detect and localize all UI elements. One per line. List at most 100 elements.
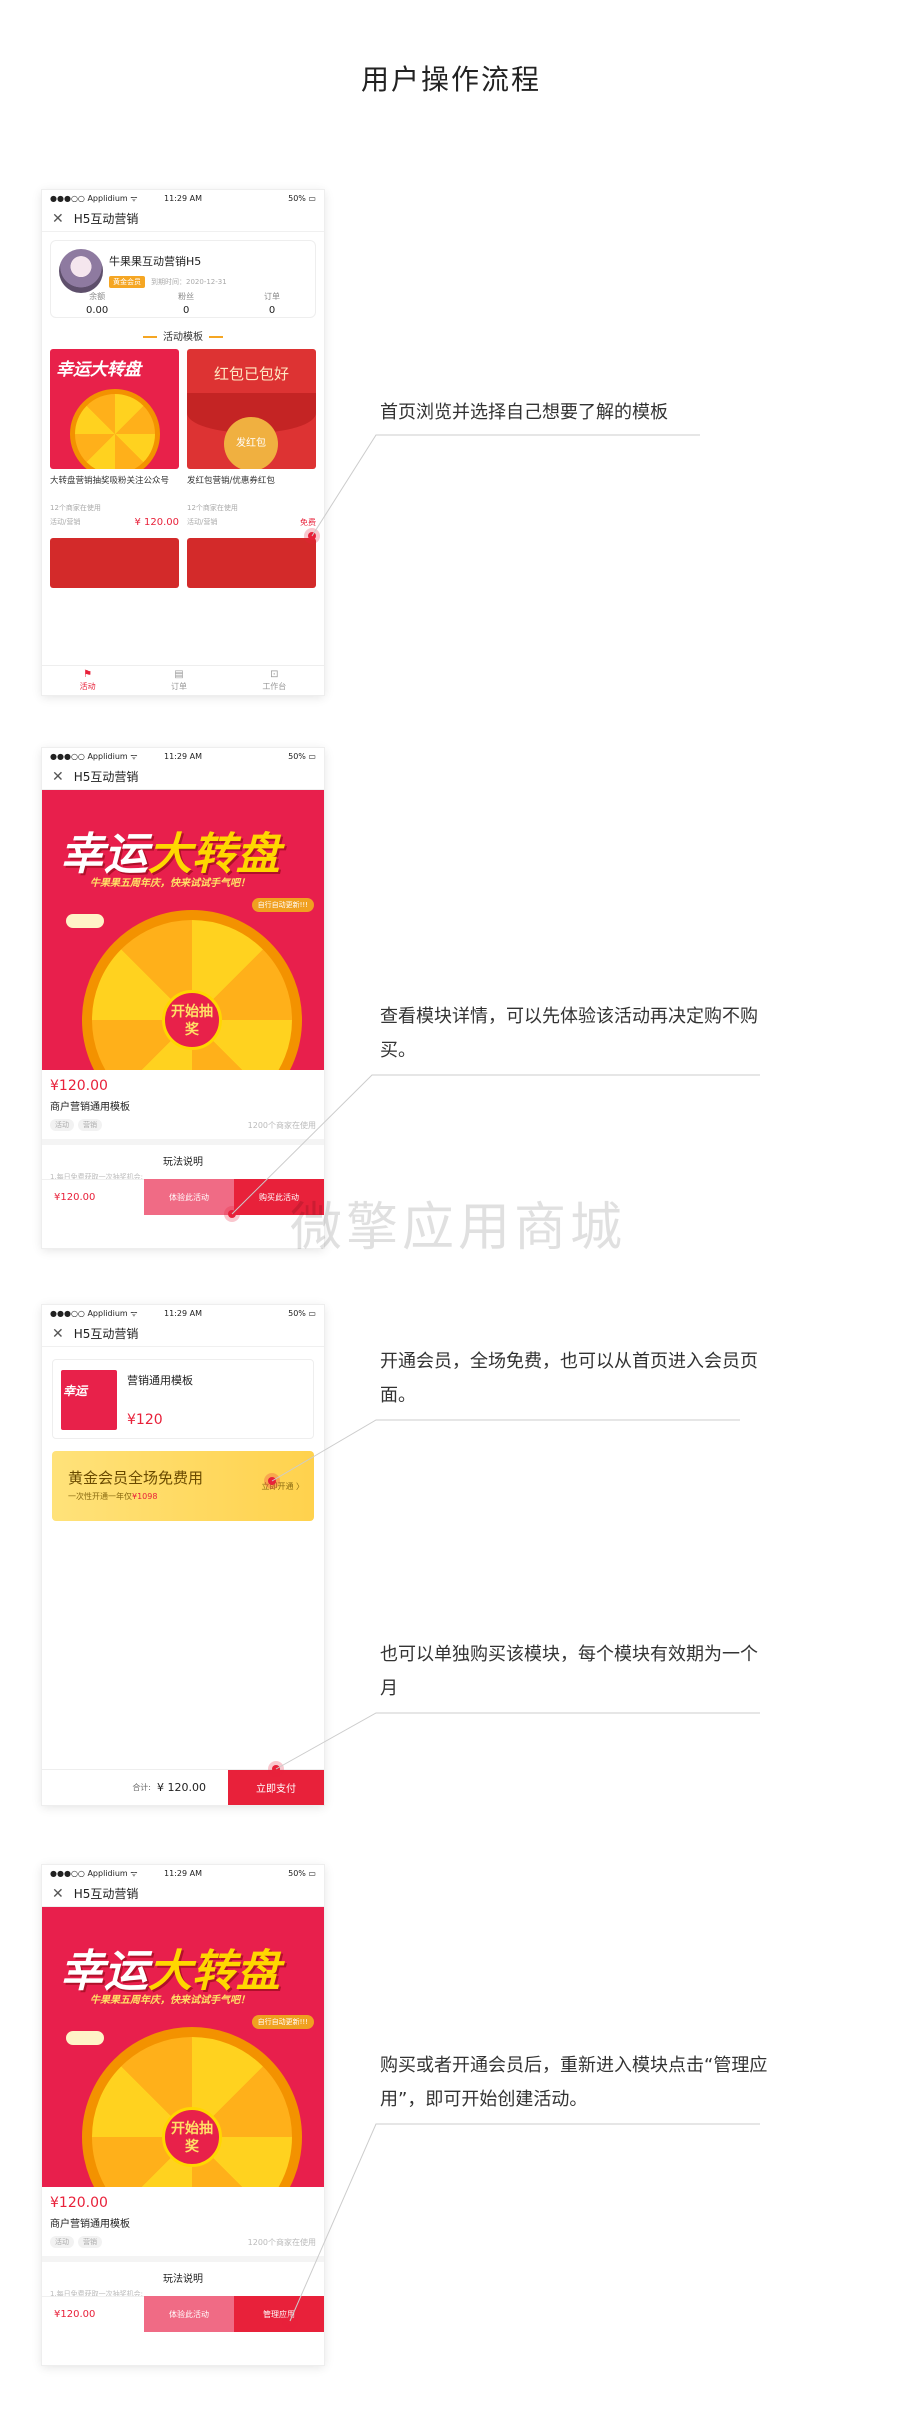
annotation-1: 首页浏览并选择自己想要了解的模板 <box>380 402 668 423</box>
annotation-2: 查看模块详情，可以先体验该活动再决定购不购买。 <box>380 1006 758 1061</box>
tab-orders[interactable]: ▤ 订单 <box>171 669 187 692</box>
try-activity-button[interactable]: 体验此活动 <box>144 1179 234 1215</box>
banner-title-b: 大转盘 <box>148 829 280 880</box>
clock: 11:29 AM <box>164 1308 202 1318</box>
annotation-3: 开通会员，全场免费，也可以从首页进入会员页面。 <box>380 1351 758 1406</box>
tab-bar: ⚑ 活动 ▤ 订单 ⊡ 工作台 <box>42 665 324 695</box>
total-value: ¥ 120.00 <box>157 1781 206 1794</box>
member-badge: 黄金会员 <box>109 276 145 288</box>
avatar <box>59 249 103 293</box>
nav-title: H5互动营销 <box>73 1887 139 1901</box>
close-icon[interactable]: ✕ <box>52 211 64 227</box>
phone-checkout: ●●●○○ Applidium ᯤ 11:29 AM 50% ▭ ✕ H5互动营… <box>42 1305 324 1805</box>
tag: 活动 <box>50 2236 74 2248</box>
start-spin-button[interactable]: 开始抽奖 <box>162 990 222 1050</box>
nav-bar: ✕ H5互动营销 <box>42 206 324 232</box>
user-count: 1200个商家在使用 <box>247 1120 316 1130</box>
tag-row: 活动 营销 1200个商家在使用 <box>50 1119 316 1131</box>
start-spin-button[interactable]: 开始抽奖 <box>162 2107 222 2167</box>
banner-title: 幸运大转盘 <box>60 818 280 882</box>
wheel-graphic <box>70 389 160 469</box>
stat-balance[interactable]: 余额 0.00 <box>86 291 108 316</box>
template-card-redpacket[interactable]: 红包已包好 发红包 发红包营销/优惠券红包 12个商家在使用 活动/营销 免费 <box>187 349 316 528</box>
stat-label: 余额 <box>89 292 106 301</box>
thumb-title: 红包已包好 <box>213 365 289 383</box>
phone-manage: ●●●○○ Applidium ᯤ 11:29 AM 50% ▭ ✕ H5互动营… <box>42 1865 324 2365</box>
vip-title: 黄金会员全场免费用 <box>68 1469 204 1487</box>
order-price: ¥120 <box>127 1412 163 1428</box>
rules-title: 玩法说明 <box>163 1157 203 1168</box>
profile-card: 牛果果互动营销H5 黄金会员 到期时间：2020-12-31 余额 0.00 粉丝… <box>50 240 316 318</box>
order-thumbnail: 幸运 <box>61 1370 117 1430</box>
banner-title-a: 幸运 <box>60 829 148 880</box>
card-price: 免费 <box>300 518 316 527</box>
status-bar: ●●●○○ Applidium ᯤ 11:29 AM 50% ▭ <box>42 1865 324 1881</box>
stat-value: 0 <box>268 305 276 316</box>
total-label: 合计: <box>132 1783 152 1792</box>
tag: 营销 <box>78 2236 102 2248</box>
shop-name: 牛果果互动营销H5 <box>109 255 202 268</box>
template-card-wheel[interactable]: 幸运大转盘 大转盘营销抽奖吸粉关注公众号 12个商家在使用 活动/营销 ¥ 120… <box>50 349 179 528</box>
expire-date: 到期时间：2020-12-31 <box>151 278 227 286</box>
rules-title: 玩法说明 <box>163 2274 203 2285</box>
banner-tag: 自行自动更新!!! <box>251 898 314 912</box>
callout-line <box>311 434 700 537</box>
nav-bar: ✕ H5互动营销 <box>42 1321 324 1347</box>
stat-label: 粉丝 <box>178 292 195 301</box>
callout-line <box>271 1419 740 1482</box>
tap-indicator <box>264 1473 280 1489</box>
annotation-5: 购买或者开通会员后，重新进入模块点击“管理应用”，即可开始创建活动。 <box>380 2055 768 2110</box>
stats: 余额 0.00 粉丝 0 订单 0 <box>51 291 315 316</box>
vip-sub-price: ¥1098 <box>132 1492 158 1501</box>
close-icon[interactable]: ✕ <box>52 1326 64 1342</box>
banner-title-b: 大转盘 <box>148 1946 280 1997</box>
card-users: 12个商家在使用 <box>187 504 238 512</box>
clock: 11:29 AM <box>164 193 202 203</box>
tab-activity[interactable]: ⚑ 活动 <box>80 669 96 692</box>
banner-title-a: 幸运 <box>60 1946 148 1997</box>
order-item-card: 幸运 营销通用模板 ¥120 <box>52 1359 314 1439</box>
redpacket-thumbnail: 红包已包好 发红包 <box>187 349 316 469</box>
open-packet-button[interactable]: 发红包 <box>224 417 278 469</box>
stat-orders[interactable]: 订单 0 <box>264 291 280 316</box>
try-activity-button[interactable]: 体验此活动 <box>144 2296 234 2332</box>
tap-indicator <box>268 1761 284 1777</box>
close-icon[interactable]: ✕ <box>52 769 64 785</box>
card-title: 发红包营销/优惠券红包 <box>187 476 275 486</box>
template-cards-row2 <box>42 538 324 588</box>
wheel-thumbnail: 幸运大转盘 <box>50 349 179 469</box>
cloud-decoration <box>66 914 104 928</box>
product-name: 商户营销通用模板 <box>50 1102 130 1113</box>
clock: 11:29 AM <box>164 1868 202 1878</box>
card-users: 12个商家在使用 <box>50 504 101 512</box>
wheel-banner: 幸运大转盘 牛果果五周年庆，快来试试手气吧！ 自行自动更新!!! 开始抽奖 <box>42 790 324 1070</box>
annotation-4: 也可以单独购买该模块，每个模块有效期为一个月 <box>380 1644 758 1699</box>
card-tag: 活动/营销 <box>187 518 218 526</box>
monitor-icon: ⊡ <box>270 669 279 680</box>
order-total: 合计: ¥ 120.00 <box>42 1770 228 1805</box>
list-icon: ▤ <box>174 669 184 680</box>
order-name: 营销通用模板 <box>127 1374 193 1387</box>
action-bar: ¥120.00 体验此活动 管理应用 <box>42 2296 324 2332</box>
status-bar: ●●●○○ Applidium ᯤ 11:29 AM 50% ▭ <box>42 748 324 764</box>
vip-subtitle: 一次性开通一年仅¥1098 <box>68 1491 157 1502</box>
tab-label: 订单 <box>170 682 187 691</box>
vip-sub-text: 一次性开通一年仅 <box>68 1492 132 1501</box>
clock: 11:29 AM <box>164 751 202 761</box>
phone-detail: ●●●○○ Applidium ᯤ 11:29 AM 50% ▭ ✕ H5互动营… <box>42 748 324 1248</box>
section-label: 活动模板 <box>163 332 203 343</box>
bar-price: ¥120.00 <box>42 2296 144 2332</box>
template-thumbnail[interactable] <box>187 538 316 588</box>
section-heading: 活动模板 <box>42 328 324 343</box>
template-thumbnail[interactable] <box>50 538 179 588</box>
manage-app-button[interactable]: 管理应用 <box>234 2296 324 2332</box>
cloud-decoration <box>66 2031 104 2045</box>
banner-subtitle: 牛果果五周年庆，快来试试手气吧！ <box>90 878 250 889</box>
product-info: ¥120.00 商户营销通用模板 活动 营销 1200个商家在使用 <box>42 1070 324 1139</box>
banner-title: 幸运大转盘 <box>60 1935 280 1999</box>
stat-fans[interactable]: 粉丝 0 <box>178 291 194 316</box>
status-bar: ●●●○○ Applidium ᯤ 11:29 AM 50% ▭ <box>42 1305 324 1321</box>
tab-workbench[interactable]: ⊡ 工作台 <box>262 669 286 692</box>
close-icon[interactable]: ✕ <box>52 1886 64 1902</box>
prize-wheel: 开始抽奖 <box>82 2027 302 2187</box>
